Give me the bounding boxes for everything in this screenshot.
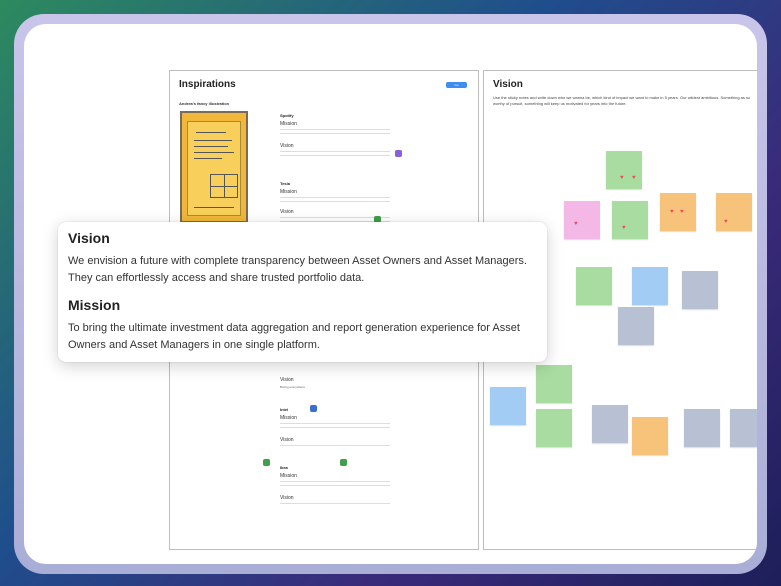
tesla-mission-text <box>280 197 390 205</box>
spotify-mission: Mission <box>280 121 297 127</box>
sticky-note-orange[interactable] <box>660 193 696 231</box>
ikea-mission-text <box>280 481 390 489</box>
spotify-vision-text <box>280 151 390 159</box>
heart-icon: ♥ <box>724 219 728 225</box>
vision-title: Vision <box>493 79 523 90</box>
spotify-mission-text <box>280 129 390 137</box>
ikea-mission: Mission <box>280 473 297 479</box>
section-spotify: Spotify <box>280 113 294 118</box>
intel-vision-text <box>280 445 390 449</box>
go-button[interactable]: Go <box>446 82 467 88</box>
intel-mission-text <box>280 423 390 431</box>
tesla-mission: Mission <box>280 189 297 195</box>
sticky-note-green[interactable] <box>536 409 572 447</box>
intel-vision: Vision <box>280 437 294 443</box>
heart-icon: ♥ <box>574 221 578 227</box>
heart-icon: ♥ <box>670 209 674 215</box>
card-vision-heading: Vision <box>68 230 110 246</box>
sticky-note-gray[interactable] <box>618 307 654 345</box>
reaction-icon <box>395 150 402 157</box>
lower-vision-text: Boring everywhere <box>280 385 306 389</box>
heart-icon: ♥ <box>620 175 624 181</box>
sticky-note-green[interactable] <box>606 151 642 189</box>
sticky-note-green[interactable] <box>576 267 612 305</box>
sticky-note-green[interactable] <box>612 201 648 239</box>
intel-mission: Mission <box>280 415 297 421</box>
illustration-label: Andrea's fancy illustration <box>179 101 230 106</box>
ikea-vision: Vision <box>280 495 294 501</box>
hand-drawn-illustration <box>180 111 248 223</box>
tesla-vision: Vision <box>280 209 294 215</box>
heart-icon: ♥ <box>632 175 636 181</box>
sticky-note-gray[interactable] <box>682 271 718 309</box>
sticky-note-blue[interactable] <box>490 387 526 425</box>
sticky-note-orange[interactable] <box>632 417 668 455</box>
sticky-note-gray[interactable] <box>684 409 720 447</box>
sticky-note-gray[interactable] <box>730 409 757 447</box>
sticky-note-pink[interactable] <box>564 201 600 239</box>
card-vision-text: We envision a future with complete trans… <box>68 255 527 284</box>
app-window: Inspirations Go Andrea's fancy illustrat… <box>24 24 757 564</box>
card-mission-heading: Mission <box>68 297 121 313</box>
section-tesla: Tesla <box>280 181 290 186</box>
thumbs-up-icon <box>263 459 270 466</box>
inspirations-title: Inspirations <box>179 79 236 90</box>
sticky-note-blue[interactable] <box>632 267 668 305</box>
thumbs-up-icon <box>310 405 317 412</box>
section-intel: Intel <box>280 407 289 412</box>
vision-mission-card: Vision We envision a future with complet… <box>58 222 547 362</box>
heart-icon: ♥ <box>622 225 626 231</box>
card-mission-text: To bring the ultimate investment data ag… <box>68 322 520 351</box>
sticky-note-orange[interactable] <box>716 193 752 231</box>
spotify-vision: Vision <box>280 143 294 149</box>
vision-description: Use the sticky notes and write down who … <box>493 95 751 106</box>
section-ikea: Ikea <box>280 465 288 470</box>
lower-vision: Vision <box>280 377 294 383</box>
sticky-note-green[interactable] <box>536 365 572 403</box>
ikea-vision-text <box>280 503 390 507</box>
thumbs-up-icon <box>340 459 347 466</box>
heart-icon: ♥ <box>680 209 684 215</box>
sticky-note-gray[interactable] <box>592 405 628 443</box>
